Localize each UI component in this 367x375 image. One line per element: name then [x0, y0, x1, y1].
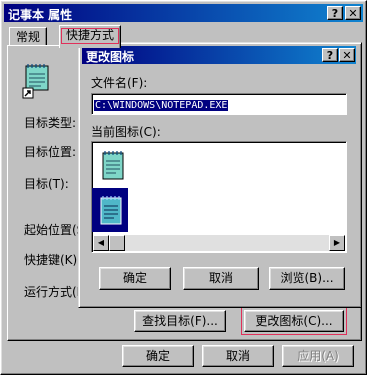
notepad-alt-icon — [94, 192, 128, 230]
dialog-cancel-button[interactable]: 取消 — [183, 267, 259, 290]
dialog-title: 更改图标 — [86, 50, 135, 64]
icon-list[interactable]: ◀ ▶ — [91, 141, 347, 253]
filename-input[interactable]: C:\WINDOWS\NOTEPAD.EXE — [91, 93, 347, 115]
icon-list-scrollbar[interactable]: ◀ ▶ — [93, 235, 345, 251]
tab-general-label: 常规 — [16, 30, 41, 44]
shortcut-key-label: 快捷键(K): — [24, 253, 82, 267]
notepad-icon-option[interactable] — [96, 147, 130, 185]
dialog-ok-button[interactable]: 确定 — [99, 267, 171, 290]
scroll-left-arrow[interactable]: ◀ — [93, 235, 109, 251]
window-title: 记事本 属性 — [8, 8, 73, 22]
change-icon-dialog: 更改图标 ? ✕ 文件名(F): C:\WINDOWS\NOTEPAD.EXE … — [78, 42, 362, 308]
target-type-label: 目标类型: — [24, 116, 77, 130]
find-target-button[interactable]: 查找目标(F)... — [134, 310, 226, 332]
notepad-shortcut-icon — [22, 62, 56, 100]
filename-value: C:\WINDOWS\NOTEPAD.EXE — [94, 100, 229, 111]
target-label: 目标(T): — [24, 177, 69, 191]
scroll-thumb[interactable] — [109, 235, 125, 251]
help-button[interactable]: ? — [327, 6, 343, 20]
tab-highlight-outline — [61, 28, 119, 44]
dialog-help-button[interactable]: ? — [322, 48, 338, 62]
selected-icon-cell[interactable] — [92, 188, 128, 232]
current-icon-label: 当前图标(C): — [91, 125, 161, 139]
dialog-close-button[interactable]: ✕ — [339, 48, 355, 62]
apply-button[interactable]: 应用(A) — [282, 345, 354, 367]
dialog-title-bar[interactable]: 更改图标 ? ✕ — [82, 46, 356, 64]
cancel-button[interactable]: 取消 — [202, 345, 274, 367]
scroll-right-arrow[interactable]: ▶ — [329, 235, 345, 251]
browse-button[interactable]: 浏览(B)... — [269, 267, 345, 290]
filename-label: 文件名(F): — [91, 76, 148, 90]
ok-button[interactable]: 确定 — [122, 345, 194, 367]
change-icon-highlight-outline — [241, 307, 347, 335]
target-location-label: 目标位置: — [24, 145, 77, 159]
tab-general[interactable]: 常规 — [9, 27, 48, 46]
close-button[interactable]: ✕ — [345, 6, 361, 20]
window-title-bar[interactable]: 记事本 属性 ? ✕ — [4, 4, 363, 22]
